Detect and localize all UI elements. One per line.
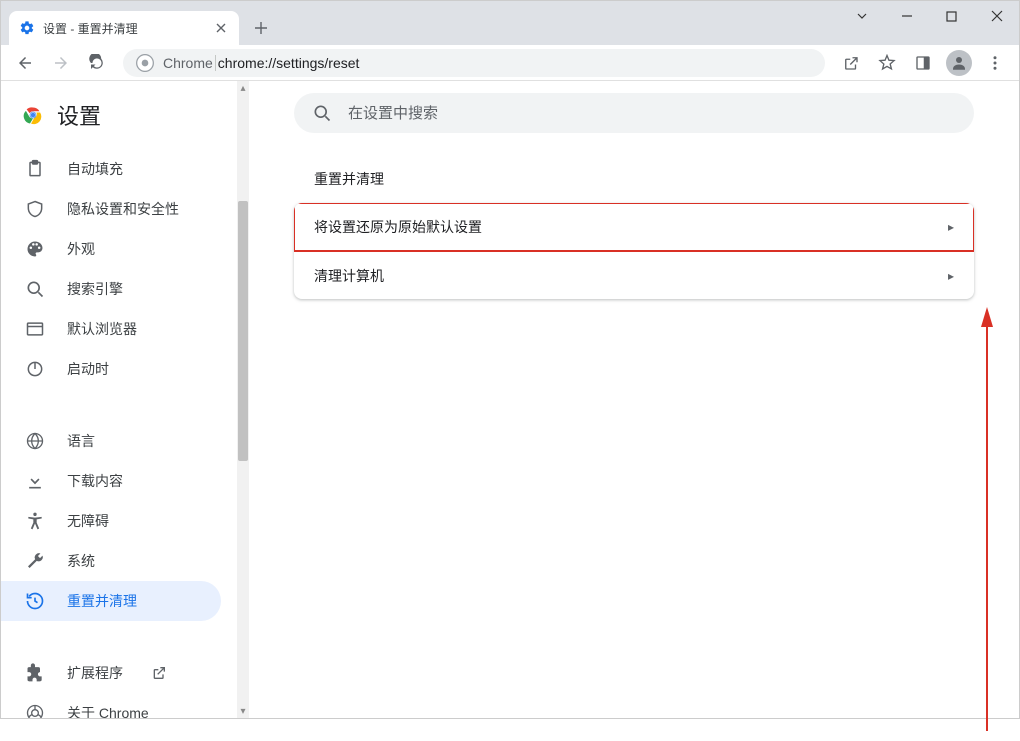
nav-label: 下载内容	[67, 471, 123, 491]
nav-list-tertiary: 扩展程序 关于 Chrome	[1, 649, 237, 718]
nav-label: 语言	[67, 431, 95, 451]
accessibility-icon	[25, 511, 45, 531]
forward-button[interactable]	[45, 47, 77, 79]
nav-label: 系统	[67, 551, 95, 571]
nav-label: 外观	[67, 239, 95, 259]
row-label: 将设置还原为原始默认设置	[314, 217, 482, 237]
window-dropdown[interactable]	[839, 1, 884, 31]
nav-label: 隐私设置和安全性	[67, 199, 179, 219]
settings-sidebar: 设置 自动填充 隐私设置和安全性 外观 搜索引擎	[1, 81, 249, 718]
globe-icon	[25, 431, 45, 451]
sidebar-item-languages[interactable]: 语言	[1, 421, 221, 461]
nav-label: 启动时	[67, 359, 109, 379]
section-title: 重置并清理	[294, 163, 974, 203]
reload-button[interactable]	[81, 47, 113, 79]
row-label: 清理计算机	[314, 266, 384, 286]
clipboard-icon	[25, 159, 45, 179]
annotation-arrow	[977, 311, 997, 741]
chrome-icon	[25, 703, 45, 718]
back-button[interactable]	[9, 47, 41, 79]
minimize-button[interactable]	[884, 1, 929, 31]
sidebar-item-startup[interactable]: 启动时	[1, 349, 221, 389]
nav-label: 扩展程序	[67, 663, 123, 683]
settings-main: 重置并清理 将设置还原为原始默认设置 ▸ 清理计算机 ▸	[249, 81, 1019, 718]
tab-strip: 设置 - 重置并清理	[1, 1, 275, 45]
window-icon	[25, 319, 45, 339]
address-bar[interactable]: Chrome chrome://settings/reset	[123, 49, 825, 77]
sidebar-item-appearance[interactable]: 外观	[1, 229, 221, 269]
sidebar-item-default-browser[interactable]: 默认浏览器	[1, 309, 221, 349]
nav-list-primary: 自动填充 隐私设置和安全性 外观 搜索引擎 默认浏览器	[1, 145, 237, 393]
reset-section: 重置并清理 将设置还原为原始默认设置 ▸ 清理计算机 ▸	[294, 163, 974, 299]
chevron-right-icon: ▸	[948, 269, 954, 283]
sidebar-item-accessibility[interactable]: 无障碍	[1, 501, 221, 541]
site-info-icon[interactable]	[135, 53, 155, 73]
nav-label: 自动填充	[67, 159, 123, 179]
chevron-right-icon: ▸	[948, 220, 954, 234]
browser-toolbar: Chrome chrome://settings/reset	[1, 45, 1019, 81]
nav-label: 重置并清理	[67, 591, 137, 611]
settings-title: 设置	[57, 99, 101, 131]
reading-list-icon[interactable]	[907, 47, 939, 79]
bookmark-icon[interactable]	[871, 47, 903, 79]
sidebar-item-autofill[interactable]: 自动填充	[1, 149, 221, 189]
settings-card: 将设置还原为原始默认设置 ▸ 清理计算机 ▸	[294, 203, 974, 299]
share-icon[interactable]	[835, 47, 867, 79]
nav-label: 无障碍	[67, 511, 109, 531]
tab-title: 设置 - 重置并清理	[43, 20, 205, 37]
sidebar-item-reset[interactable]: 重置并清理	[1, 581, 221, 621]
download-icon	[25, 471, 45, 491]
sidebar-item-search-engine[interactable]: 搜索引擎	[1, 269, 221, 309]
external-link-icon	[151, 665, 167, 681]
cleanup-computer-row[interactable]: 清理计算机 ▸	[294, 251, 974, 299]
chrome-logo-icon	[23, 105, 43, 125]
gear-icon	[19, 20, 35, 36]
search-icon	[25, 279, 45, 299]
sidebar-item-about[interactable]: 关于 Chrome	[1, 693, 221, 718]
restore-icon	[25, 591, 45, 611]
palette-icon	[25, 239, 45, 259]
shield-icon	[25, 199, 45, 219]
close-icon[interactable]	[213, 20, 229, 36]
nav-list-secondary: 语言 下载内容 无障碍 系统 重置并清理	[1, 417, 237, 625]
extension-icon	[25, 663, 45, 683]
sidebar-item-extensions[interactable]: 扩展程序	[1, 653, 221, 693]
sidebar-item-system[interactable]: 系统	[1, 541, 221, 581]
power-icon	[25, 359, 45, 379]
wrench-icon	[25, 551, 45, 571]
close-window-button[interactable]	[974, 1, 1019, 31]
nav-label: 默认浏览器	[67, 319, 137, 339]
browser-tab[interactable]: 设置 - 重置并清理	[9, 11, 239, 45]
scroll-down-arrow[interactable]: ▾	[237, 704, 249, 718]
sidebar-item-privacy[interactable]: 隐私设置和安全性	[1, 189, 221, 229]
new-tab-button[interactable]	[247, 14, 275, 42]
search-input[interactable]	[348, 105, 956, 122]
sidebar-item-downloads[interactable]: 下载内容	[1, 461, 221, 501]
window-controls	[839, 1, 1019, 31]
nav-label: 关于 Chrome	[67, 703, 149, 718]
search-icon	[312, 103, 332, 123]
settings-search[interactable]	[294, 93, 974, 133]
url-text: Chrome chrome://settings/reset	[163, 55, 359, 71]
scroll-thumb[interactable]	[238, 201, 248, 461]
content-area: 设置 自动填充 隐私设置和安全性 外观 搜索引擎	[1, 81, 1019, 718]
settings-brand: 设置	[1, 81, 237, 145]
window-titlebar: 设置 - 重置并清理	[1, 1, 1019, 45]
menu-icon[interactable]	[979, 47, 1011, 79]
scroll-up-arrow[interactable]: ▴	[237, 81, 249, 95]
profile-avatar[interactable]	[946, 50, 972, 76]
nav-label: 搜索引擎	[67, 279, 123, 299]
sidebar-scrollbar[interactable]: ▴ ▾	[237, 81, 249, 718]
restore-defaults-row[interactable]: 将设置还原为原始默认设置 ▸	[294, 203, 974, 251]
maximize-button[interactable]	[929, 1, 974, 31]
